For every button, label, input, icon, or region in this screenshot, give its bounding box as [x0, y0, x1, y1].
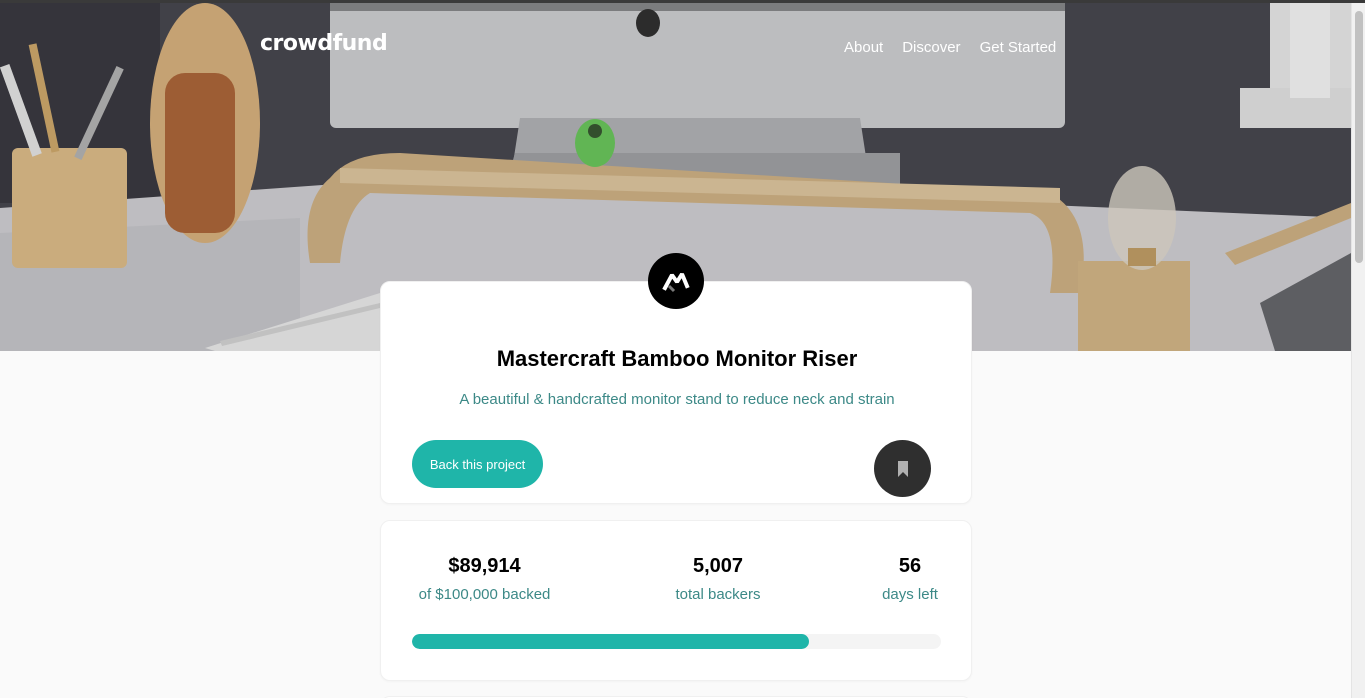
project-subtitle: A beautiful & handcrafted monitor stand …	[459, 391, 895, 408]
bookmark-button[interactable]	[874, 440, 931, 497]
nav-about[interactable]: About	[844, 39, 883, 56]
mastercraft-logo-icon	[648, 253, 704, 309]
stats-card: $89,914 of $100,000 backed 5,007 total b…	[380, 520, 972, 681]
page-scrollbar[interactable]	[1351, 3, 1365, 698]
days-left-count: 56	[898, 555, 922, 577]
backed-label: of $100,000 backed	[418, 586, 551, 603]
stat-backers: 5,007 total backers	[663, 555, 773, 603]
project-card: Mastercraft Bamboo Monitor Riser A beaut…	[380, 281, 972, 504]
days-left-label: days left	[882, 586, 938, 603]
scrollbar-thumb[interactable]	[1355, 11, 1363, 263]
backers-count: 5,007	[692, 555, 744, 577]
bookmark-icon	[897, 460, 908, 477]
nav-discover[interactable]: Discover	[902, 39, 960, 56]
crowdfund-logo[interactable]: crowdfund	[260, 31, 388, 56]
project-title: Mastercraft Bamboo Monitor Riser	[496, 346, 858, 371]
window-top-border	[0, 0, 1365, 3]
stat-backed: $89,914 of $100,000 backed	[412, 555, 557, 603]
backed-amount: $89,914	[448, 555, 521, 577]
nav-get-started[interactable]: Get Started	[980, 39, 1057, 56]
funding-progress-bar	[412, 634, 941, 649]
funding-progress-fill	[412, 634, 809, 649]
backers-label: total backers	[675, 586, 761, 603]
stat-days: 56 days left	[873, 555, 947, 603]
back-project-button[interactable]: Back this project	[412, 440, 543, 488]
main-nav: About Discover Get Started	[844, 39, 1056, 56]
